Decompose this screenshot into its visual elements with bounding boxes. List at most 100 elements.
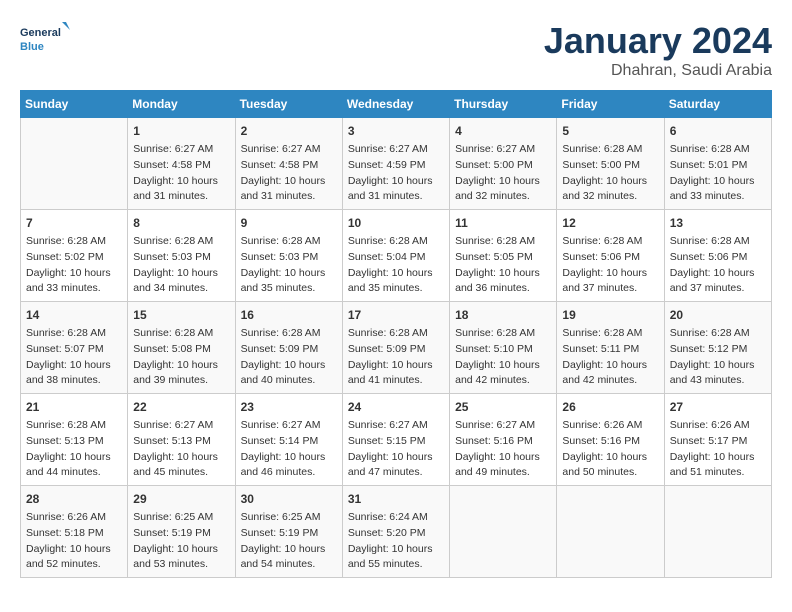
- cell-w1-d5: 4 Sunrise: 6:27 AMSunset: 5:00 PMDaylight…: [450, 118, 557, 210]
- page-header: General Blue January 2024 Dhahran, Saudi…: [20, 20, 772, 80]
- cell-w5-d6: [557, 486, 664, 578]
- day-number: 20: [670, 306, 766, 324]
- cell-w3-d2: 15Sunrise: 6:28 AMSunset: 5:08 PMDayligh…: [128, 302, 235, 394]
- cell-w5-d5: [450, 486, 557, 578]
- cell-content: Sunrise: 6:28 AMSunset: 5:04 PMDaylight:…: [348, 234, 444, 297]
- cell-w4-d6: 26 Sunrise: 6:26 AMSunset: 5:16 PMDayligh…: [557, 394, 664, 486]
- cell-content: Sunrise: 6:28 AMSunset: 5:12 PMDaylight:…: [670, 326, 766, 389]
- day-number: 26: [562, 398, 658, 416]
- day-number: 16: [241, 306, 337, 324]
- cell-content: Sunrise: 6:28 AMSunset: 5:00 PMDaylight:…: [562, 142, 658, 205]
- week-row-3: 14 Sunrise: 6:28 AMSunset: 5:07 PMDayligh…: [21, 302, 772, 394]
- cell-w4-d7: 27 Sunrise: 6:26 AMSunset: 5:17 PMDayligh…: [664, 394, 771, 486]
- day-number: 8: [133, 214, 229, 232]
- day-number: 31: [348, 490, 444, 508]
- cell-content: Sunrise: 6:28 AMSunset: 5:11 PMDaylight:…: [562, 326, 658, 389]
- day-number: 12: [562, 214, 658, 232]
- cell-w4-d5: 25 Sunrise: 6:27 AMSunset: 5:16 PMDayligh…: [450, 394, 557, 486]
- cell-w1-d3: 2Sunrise: 6:27 AMSunset: 4:58 PMDaylight…: [235, 118, 342, 210]
- cell-w3-d6: 19Sunrise: 6:28 AMSunset: 5:11 PMDayligh…: [557, 302, 664, 394]
- cell-w1-d6: 5Sunrise: 6:28 AMSunset: 5:00 PMDaylight…: [557, 118, 664, 210]
- cell-content: Sunrise: 6:28 AMSunset: 5:07 PMDaylight:…: [26, 326, 122, 389]
- cell-w4-d3: 23 Sunrise: 6:27 AMSunset: 5:14 PMDayligh…: [235, 394, 342, 486]
- calendar-header-row: SundayMondayTuesdayWednesdayThursdayFrid…: [21, 91, 772, 118]
- cell-content: Sunrise: 6:25 AMSunset: 5:19 PMDaylight:…: [133, 510, 229, 573]
- logo-icon: General Blue: [20, 20, 70, 65]
- week-row-1: 1 Sunrise: 6:27 AMSunset: 4:58 PMDaylight…: [21, 118, 772, 210]
- header-sunday: Sunday: [21, 91, 128, 118]
- cell-w2-d3: 9Sunrise: 6:28 AMSunset: 5:03 PMDaylight…: [235, 210, 342, 302]
- cell-content: Sunrise: 6:28 AMSunset: 5:02 PMDaylight:…: [26, 234, 122, 297]
- title-block: January 2024 Dhahran, Saudi Arabia: [544, 20, 772, 80]
- day-number: 13: [670, 214, 766, 232]
- cell-content: Sunrise: 6:25 AMSunset: 5:19 PMDaylight:…: [241, 510, 337, 573]
- cell-content: Sunrise: 6:24 AMSunset: 5:20 PMDaylight:…: [348, 510, 444, 573]
- cell-w5-d4: 31 Sunrise: 6:24 AMSunset: 5:20 PMDayligh…: [342, 486, 449, 578]
- cell-content: Sunrise: 6:28 AMSunset: 5:13 PMDaylight:…: [26, 418, 122, 481]
- header-monday: Monday: [128, 91, 235, 118]
- cell-content: Sunrise: 6:27 AMSunset: 4:58 PMDaylight:…: [133, 142, 229, 205]
- cell-w2-d7: 13 Sunrise: 6:28 AMSunset: 5:06 PMDayligh…: [664, 210, 771, 302]
- header-tuesday: Tuesday: [235, 91, 342, 118]
- day-number: 6: [670, 122, 766, 140]
- day-number: 24: [348, 398, 444, 416]
- day-number: 14: [26, 306, 122, 324]
- cell-w5-d1: 28Sunrise: 6:26 AMSunset: 5:18 PMDayligh…: [21, 486, 128, 578]
- cell-w1-d7: 6 Sunrise: 6:28 AMSunset: 5:01 PMDaylight…: [664, 118, 771, 210]
- cell-w2-d5: 11Sunrise: 6:28 AMSunset: 5:05 PMDayligh…: [450, 210, 557, 302]
- cell-content: Sunrise: 6:27 AMSunset: 5:13 PMDaylight:…: [133, 418, 229, 481]
- cell-w5-d3: 30 Sunrise: 6:25 AMSunset: 5:19 PMDayligh…: [235, 486, 342, 578]
- calendar-table: SundayMondayTuesdayWednesdayThursdayFrid…: [20, 90, 772, 578]
- cell-w5-d2: 29Sunrise: 6:25 AMSunset: 5:19 PMDayligh…: [128, 486, 235, 578]
- cell-w4-d4: 24 Sunrise: 6:27 AMSunset: 5:15 PMDayligh…: [342, 394, 449, 486]
- cell-content: Sunrise: 6:27 AMSunset: 5:16 PMDaylight:…: [455, 418, 551, 481]
- svg-text:General: General: [20, 27, 61, 39]
- cell-w3-d4: 17 Sunrise: 6:28 AMSunset: 5:09 PMDayligh…: [342, 302, 449, 394]
- cell-content: Sunrise: 6:28 AMSunset: 5:09 PMDaylight:…: [348, 326, 444, 389]
- day-number: 7: [26, 214, 122, 232]
- cell-w1-d4: 3Sunrise: 6:27 AMSunset: 4:59 PMDaylight…: [342, 118, 449, 210]
- day-number: 4: [455, 122, 551, 140]
- cell-content: Sunrise: 6:26 AMSunset: 5:16 PMDaylight:…: [562, 418, 658, 481]
- day-number: 1: [133, 122, 229, 140]
- day-number: 18: [455, 306, 551, 324]
- cell-w1-d2: 1 Sunrise: 6:27 AMSunset: 4:58 PMDaylight…: [128, 118, 235, 210]
- cell-w2-d6: 12Sunrise: 6:28 AMSunset: 5:06 PMDayligh…: [557, 210, 664, 302]
- cell-w3-d1: 14 Sunrise: 6:28 AMSunset: 5:07 PMDayligh…: [21, 302, 128, 394]
- cell-w4-d2: 22 Sunrise: 6:27 AMSunset: 5:13 PMDayligh…: [128, 394, 235, 486]
- cell-content: Sunrise: 6:27 AMSunset: 5:14 PMDaylight:…: [241, 418, 337, 481]
- cell-w1-d1: [21, 118, 128, 210]
- day-number: 23: [241, 398, 337, 416]
- cell-content: Sunrise: 6:28 AMSunset: 5:06 PMDaylight:…: [670, 234, 766, 297]
- logo: General Blue: [20, 20, 70, 65]
- header-wednesday: Wednesday: [342, 91, 449, 118]
- day-number: 9: [241, 214, 337, 232]
- day-number: 27: [670, 398, 766, 416]
- cell-content: Sunrise: 6:28 AMSunset: 5:03 PMDaylight:…: [133, 234, 229, 297]
- cell-w3-d3: 16Sunrise: 6:28 AMSunset: 5:09 PMDayligh…: [235, 302, 342, 394]
- location-title: Dhahran, Saudi Arabia: [544, 62, 772, 80]
- cell-content: Sunrise: 6:28 AMSunset: 5:05 PMDaylight:…: [455, 234, 551, 297]
- header-thursday: Thursday: [450, 91, 557, 118]
- day-number: 15: [133, 306, 229, 324]
- cell-content: Sunrise: 6:28 AMSunset: 5:01 PMDaylight:…: [670, 142, 766, 205]
- month-title: January 2024: [544, 20, 772, 62]
- day-number: 22: [133, 398, 229, 416]
- cell-w2-d4: 10Sunrise: 6:28 AMSunset: 5:04 PMDayligh…: [342, 210, 449, 302]
- day-number: 2: [241, 122, 337, 140]
- header-friday: Friday: [557, 91, 664, 118]
- svg-text:Blue: Blue: [20, 41, 44, 53]
- cell-content: Sunrise: 6:27 AMSunset: 5:00 PMDaylight:…: [455, 142, 551, 205]
- week-row-2: 7 Sunrise: 6:28 AMSunset: 5:02 PMDaylight…: [21, 210, 772, 302]
- day-number: 17: [348, 306, 444, 324]
- cell-w3-d5: 18Sunrise: 6:28 AMSunset: 5:10 PMDayligh…: [450, 302, 557, 394]
- cell-w3-d7: 20 Sunrise: 6:28 AMSunset: 5:12 PMDayligh…: [664, 302, 771, 394]
- day-number: 21: [26, 398, 122, 416]
- day-number: 25: [455, 398, 551, 416]
- cell-w5-d7: [664, 486, 771, 578]
- day-number: 30: [241, 490, 337, 508]
- cell-w2-d1: 7 Sunrise: 6:28 AMSunset: 5:02 PMDaylight…: [21, 210, 128, 302]
- week-row-4: 21 Sunrise: 6:28 AMSunset: 5:13 PMDayligh…: [21, 394, 772, 486]
- cell-content: Sunrise: 6:26 AMSunset: 5:17 PMDaylight:…: [670, 418, 766, 481]
- cell-content: Sunrise: 6:27 AMSunset: 5:15 PMDaylight:…: [348, 418, 444, 481]
